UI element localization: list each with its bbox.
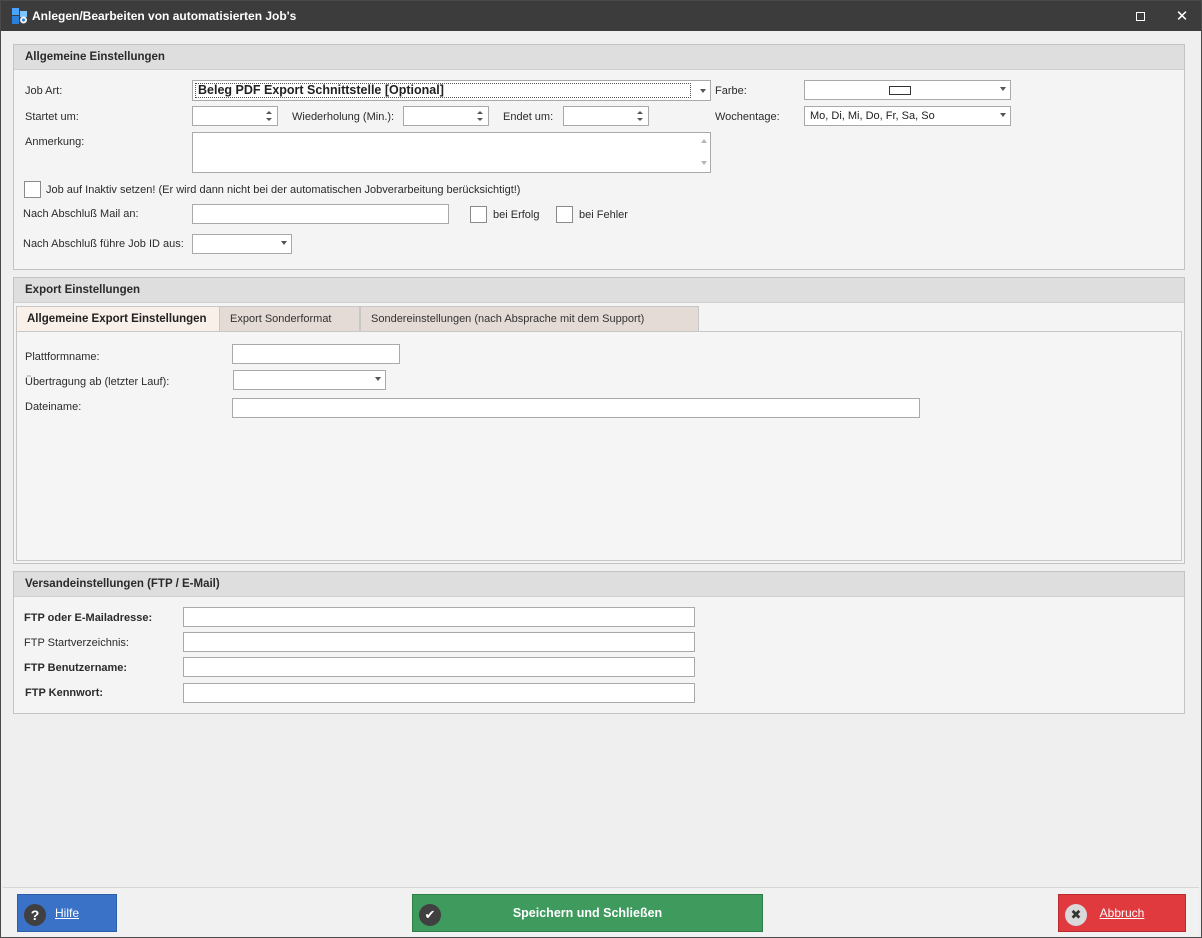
dateiname-input[interactable]	[232, 398, 920, 418]
wochentage-label: Wochentage:	[715, 111, 780, 123]
versand-settings-header: Versandeinstellungen (FTP / E-Mail)	[14, 572, 1184, 597]
versand-settings-group: Versandeinstellungen (FTP / E-Mail) FTP …	[13, 571, 1185, 714]
cancel-button[interactable]: ✖ Abbruch	[1058, 894, 1186, 932]
tab-panel-allgemeine-export: Plattformname: Übertragung ab (letzter L…	[16, 331, 1182, 561]
ftp-address-input[interactable]	[183, 607, 695, 627]
question-icon: ?	[24, 904, 46, 926]
save-close-button[interactable]: ✔ Speichern und Schließen	[412, 894, 763, 932]
save-button-label: Speichern und Schließen	[512, 906, 663, 920]
tab-allgemeine-export[interactable]: Allgemeine Export Einstellungen	[16, 306, 220, 331]
uebertragung-label: Übertragung ab (letzter Lauf):	[25, 376, 170, 388]
tab-sondereinstellungen[interactable]: Sondereinstellungen (nach Absprache mit …	[360, 306, 699, 331]
export-settings-header: Export Einstellungen	[14, 278, 1184, 303]
footer-bar: ? Hilfe ✔ Speichern und Schließen ✖ Abbr…	[3, 887, 1199, 937]
chevron-down-icon	[1000, 113, 1006, 117]
plattform-label: Plattformname:	[25, 351, 100, 363]
inaktiv-label: Job auf Inaktiv setzen! (Er wird dann ni…	[46, 184, 521, 196]
ftp-dir-input[interactable]	[183, 632, 695, 652]
chevron-down-icon	[375, 377, 381, 381]
wiederholung-label: Wiederholung (Min.):	[292, 111, 395, 123]
farbe-combo[interactable]	[804, 80, 1011, 100]
check-icon: ✔	[419, 904, 441, 926]
close-button[interactable]: ✕	[1162, 1, 1202, 31]
export-settings-group: Export Einstellungen Allgemeine Export E…	[13, 277, 1185, 564]
job-art-value: Beleg PDF Export Schnittstelle [Optional…	[198, 83, 444, 97]
spinner-arrows-icon[interactable]	[265, 108, 275, 124]
chevron-down-icon	[1000, 87, 1006, 91]
ftp-user-input[interactable]	[183, 657, 695, 677]
endet-label: Endet um:	[503, 111, 554, 123]
job-art-combo[interactable]: Beleg PDF Export Schnittstelle [Optional…	[192, 80, 711, 101]
general-settings-group: Allgemeine Einstellungen Job Art: Beleg …	[13, 44, 1185, 270]
ftp-dir-label: FTP Startverzeichnis:	[24, 637, 129, 649]
ftp-pass-input[interactable]	[183, 683, 695, 703]
help-button-label: Hilfe	[54, 906, 79, 920]
dateiname-label: Dateiname:	[25, 401, 82, 413]
endet-spinner[interactable]	[563, 106, 649, 126]
maximize-icon	[1135, 11, 1145, 21]
job-id-combo[interactable]	[192, 234, 292, 254]
wiederholung-spinner[interactable]	[403, 106, 489, 126]
bei-fehler-label: bei Fehler	[579, 209, 628, 221]
mail-input[interactable]	[192, 204, 449, 224]
window-title: Anlegen/Bearbeiten von automatisierten J…	[32, 9, 297, 23]
startet-spinner[interactable]	[192, 106, 278, 126]
scroll-up-icon[interactable]	[701, 139, 707, 143]
bei-fehler-checkbox[interactable]	[556, 206, 573, 223]
spinner-arrows-icon[interactable]	[636, 108, 646, 124]
plattform-input[interactable]	[232, 344, 400, 364]
inaktiv-checkbox[interactable]	[24, 181, 41, 198]
cancel-button-label: Abbruch	[1099, 906, 1145, 920]
wochentage-combo[interactable]: Mo, Di, Mi, Do, Fr, Sa, So	[804, 106, 1011, 126]
farbe-label: Farbe:	[715, 85, 747, 97]
x-icon: ✖	[1065, 904, 1087, 926]
job-art-label: Job Art:	[25, 85, 63, 97]
mail-label: Nach Abschluß Mail an:	[23, 208, 139, 220]
wochentage-value: Mo, Di, Mi, Do, Fr, Sa, So	[810, 110, 935, 122]
bei-erfolg-label: bei Erfolg	[493, 209, 540, 221]
anmerkung-textarea[interactable]	[192, 132, 711, 173]
spinner-arrows-icon[interactable]	[476, 108, 486, 124]
startet-label: Startet um:	[25, 111, 79, 123]
general-settings-header: Allgemeine Einstellungen	[14, 45, 1184, 70]
tab-export-sonderformat[interactable]: Export Sonderformat	[219, 306, 360, 331]
job-id-label: Nach Abschluß führe Job ID aus:	[23, 238, 184, 250]
uebertragung-combo[interactable]	[233, 370, 386, 390]
anmerkung-label: Anmerkung:	[25, 136, 85, 148]
color-swatch	[889, 86, 911, 95]
close-icon: ✕	[1175, 8, 1189, 25]
maximize-button[interactable]	[1120, 1, 1160, 31]
title-bar[interactable]: Anlegen/Bearbeiten von automatisierten J…	[1, 1, 1201, 31]
scroll-down-icon[interactable]	[701, 161, 707, 165]
ftp-address-label: FTP oder E-Mailadresse:	[24, 612, 153, 624]
app-icon	[12, 8, 27, 24]
ftp-user-label: FTP Benutzername:	[24, 662, 128, 674]
ftp-pass-label: FTP Kennwort:	[25, 687, 104, 699]
chevron-down-icon	[700, 89, 706, 93]
help-button[interactable]: ? Hilfe	[17, 894, 117, 932]
chevron-down-icon	[281, 241, 287, 245]
dialog-window: Anlegen/Bearbeiten von automatisierten J…	[0, 0, 1202, 938]
bei-erfolg-checkbox[interactable]	[470, 206, 487, 223]
